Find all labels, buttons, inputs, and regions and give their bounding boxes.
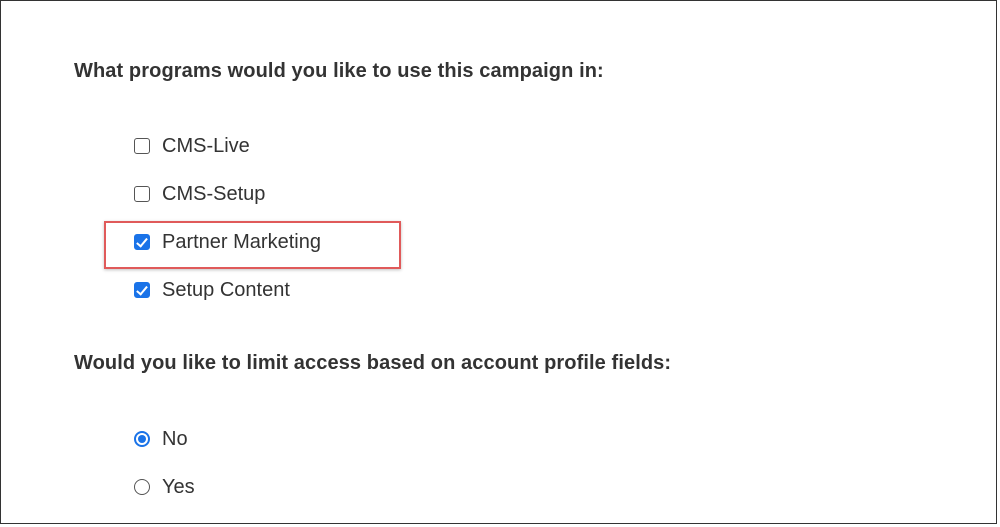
cms-setup-label[interactable]: CMS-Setup <box>162 183 265 206</box>
campaign-settings-panel: What programs would you like to use this… <box>0 0 997 524</box>
program-option-partner-marketing[interactable]: Partner Marketing <box>134 229 321 255</box>
program-option-cms-live[interactable]: CMS-Live <box>134 133 250 159</box>
programs-question: What programs would you like to use this… <box>74 60 604 82</box>
setup-content-label[interactable]: Setup Content <box>162 279 290 302</box>
cms-live-checkbox[interactable] <box>134 138 150 154</box>
partner-marketing-checkbox[interactable] <box>134 234 150 250</box>
program-option-cms-setup[interactable]: CMS-Setup <box>134 181 265 207</box>
setup-content-checkbox[interactable] <box>134 282 150 298</box>
access-option-yes[interactable]: Yes <box>134 474 195 500</box>
cms-setup-checkbox[interactable] <box>134 186 150 202</box>
program-option-setup-content[interactable]: Setup Content <box>134 277 290 303</box>
partner-marketing-label[interactable]: Partner Marketing <box>162 231 321 254</box>
yes-radio[interactable] <box>134 479 150 495</box>
no-label[interactable]: No <box>162 428 188 451</box>
access-question: Would you like to limit access based on … <box>74 352 672 374</box>
yes-label[interactable]: Yes <box>162 476 195 499</box>
access-option-no[interactable]: No <box>134 426 188 452</box>
cms-live-label[interactable]: CMS-Live <box>162 135 250 158</box>
no-radio[interactable] <box>134 431 150 447</box>
